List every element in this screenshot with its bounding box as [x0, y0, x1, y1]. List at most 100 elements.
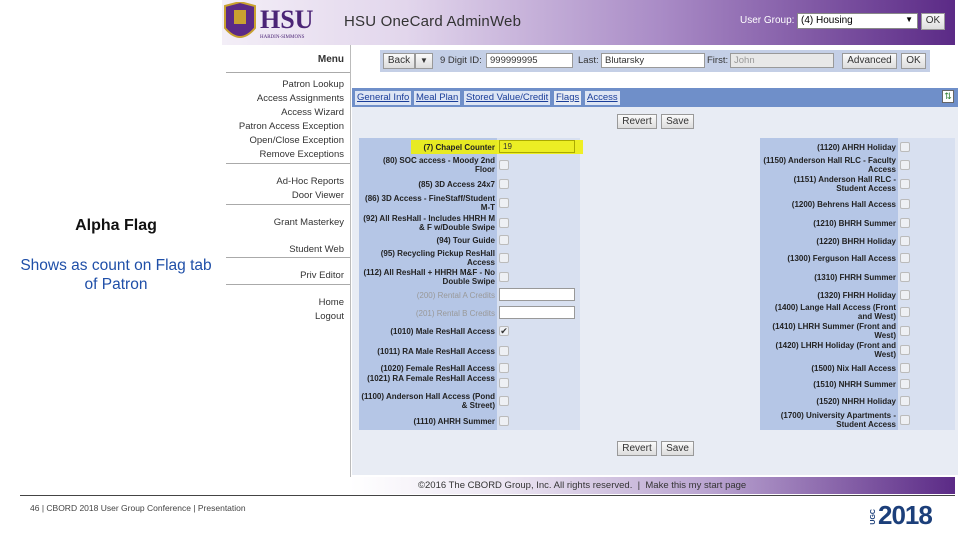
tab-general-info[interactable]: General Info	[355, 91, 412, 105]
flag-checkbox[interactable]	[499, 346, 509, 356]
flag-label: (112) All ResHall + HHRH M&F - No Double…	[363, 268, 495, 286]
flag-label: (201) Rental B Credits	[415, 309, 495, 318]
user-group-select[interactable]: (4) Housing ▼	[797, 13, 918, 29]
tab-meal-plan[interactable]: Meal Plan	[414, 91, 461, 105]
menu-item[interactable]: Remove Exceptions	[260, 149, 344, 160]
flag-checkbox[interactable]	[499, 198, 509, 208]
flag-label: (92) All ResHall - Includes HHRH M & F w…	[363, 214, 495, 232]
flag-checkbox[interactable]	[499, 272, 509, 282]
back-button[interactable]: Back	[383, 53, 415, 69]
menu-divider	[226, 284, 350, 285]
flag-label: (1420) LHRH Holiday (Front and West)	[775, 341, 896, 359]
tab-flags[interactable]: Flags	[554, 91, 582, 105]
dropdown-arrow-icon: ▼	[905, 15, 913, 24]
advanced-button[interactable]: Advanced	[842, 53, 897, 69]
app-footer: ©2016 The CBORD Group, Inc. All rights r…	[350, 477, 955, 494]
last-label: Last:	[578, 55, 599, 66]
save-button-top[interactable]: Save	[661, 114, 694, 129]
menu-item[interactable]: Patron Lookup	[282, 79, 344, 90]
id-label: 9 Digit ID:	[440, 55, 482, 66]
flag-checkbox[interactable]	[900, 218, 910, 228]
flag-checkbox[interactable]	[499, 253, 509, 263]
flag-label: (85) 3D Access 24x7	[418, 180, 495, 189]
menu-divider	[226, 72, 350, 73]
save-button-bottom[interactable]: Save	[661, 441, 694, 456]
menu-item[interactable]: Door Viewer	[292, 190, 344, 201]
menu-divider	[226, 163, 350, 164]
flag-checkbox[interactable]	[900, 345, 910, 355]
menu-item[interactable]: Logout	[315, 311, 344, 322]
flag-checkbox[interactable]	[900, 307, 910, 317]
back-dropdown-icon[interactable]: ▼	[415, 53, 433, 69]
flag-checkbox[interactable]	[900, 253, 910, 263]
flag-checkbox[interactable]: ✔	[499, 326, 509, 336]
first-label: First:	[707, 55, 729, 66]
search-ok-button[interactable]: OK	[901, 53, 926, 69]
flag-label: (1400) Lange Hall Access (Front and West…	[774, 303, 896, 321]
menu-title: Menu	[317, 54, 344, 65]
flag-checkbox[interactable]	[900, 379, 910, 389]
flag-checkbox[interactable]	[900, 272, 910, 282]
start-page-link[interactable]: Make this my start page	[645, 480, 746, 491]
flag-label: (1510) NHRH Summer	[813, 380, 896, 389]
menu-item[interactable]: Ad-Hoc Reports	[276, 176, 344, 187]
menu-item[interactable]: Access Wizard	[281, 107, 344, 118]
flag-label: (1110) AHRH Summer	[413, 417, 495, 426]
flag-checkbox[interactable]	[499, 160, 509, 170]
menu-item[interactable]: Access Assignments	[257, 93, 344, 104]
tab-access[interactable]: Access	[585, 91, 620, 105]
patron-search-bar: Back ▼ 9 Digit ID: Last: First: Advanced…	[380, 50, 930, 72]
flag-text-input[interactable]	[499, 288, 575, 301]
flag-checkbox[interactable]	[900, 199, 910, 209]
id-input[interactable]	[486, 53, 573, 68]
flag-checkbox[interactable]	[900, 236, 910, 246]
flag-checkbox[interactable]	[499, 218, 509, 228]
flag-checkbox[interactable]	[499, 416, 509, 426]
flag-label: (86) 3D Access - FineStaff/Student M-T	[365, 194, 495, 212]
revert-button-top[interactable]: Revert	[617, 114, 657, 129]
flag-label: (200) Rental A Credits	[416, 291, 495, 300]
flag-label: (1220) BHRH Holiday	[816, 237, 896, 246]
app-title: HSU OneCard AdminWeb	[344, 13, 522, 30]
flag-label: (1300) Ferguson Hall Access	[787, 254, 896, 263]
flag-label: (1010) Male ResHall Access	[390, 327, 495, 336]
tab-stored-value[interactable]: Stored Value/Credit	[464, 91, 551, 105]
menu-item[interactable]: Grant Masterkey	[274, 217, 344, 228]
ugc-text: UGC	[870, 509, 877, 525]
menu-item[interactable]: Priv Editor	[300, 270, 344, 281]
user-group-ok-button[interactable]: OK	[921, 13, 945, 30]
slide-footer: 46 | CBORD 2018 User Group Conference | …	[30, 503, 246, 513]
flag-checkbox[interactable]	[499, 396, 509, 406]
flag-checkbox[interactable]	[900, 363, 910, 373]
flag-checkbox[interactable]	[900, 160, 910, 170]
slide-note-title: Alpha Flag	[75, 217, 157, 234]
app-header: HSU HARDIN-SIMMONS HSU OneCard AdminWeb …	[222, 0, 955, 45]
flag-checkbox[interactable]	[499, 235, 509, 245]
svg-text:HARDIN-SIMMONS: HARDIN-SIMMONS	[260, 35, 305, 40]
flag-checkbox[interactable]	[900, 326, 910, 336]
revert-button-bottom[interactable]: Revert	[617, 441, 657, 456]
flag-label: (1120) AHRH Holiday	[817, 143, 896, 152]
refresh-icon[interactable]: ⇅	[942, 90, 954, 103]
slide-note-body: Shows as count on Flag tab of Patron	[20, 257, 212, 293]
last-name-input[interactable]	[601, 53, 705, 68]
flag-text-input[interactable]	[499, 140, 575, 153]
flag-checkbox[interactable]	[900, 396, 910, 406]
flag-label: (1100) Anderson Hall Access (Pond & Stre…	[361, 392, 495, 410]
menu-item[interactable]: Student Web	[289, 244, 344, 255]
flag-checkbox[interactable]	[900, 142, 910, 152]
sidebar-menu: Menu Patron Lookup Access Assignments Acce…	[226, 45, 350, 477]
menu-item[interactable]: Home	[319, 297, 344, 308]
flag-checkbox[interactable]	[900, 179, 910, 189]
flag-text-input[interactable]	[499, 306, 575, 319]
menu-item[interactable]: Open/Close Exception	[249, 135, 344, 146]
flag-checkbox[interactable]	[499, 378, 509, 388]
flag-checkbox[interactable]	[499, 179, 509, 189]
menu-item[interactable]: Patron Access Exception	[239, 121, 344, 132]
flag-checkbox[interactable]	[900, 290, 910, 300]
flag-checkbox[interactable]	[900, 415, 910, 425]
flag-label: (1150) Anderson Hall RLC - Faculty Acces…	[763, 156, 896, 174]
first-name-input[interactable]	[730, 53, 834, 68]
slide-divider	[20, 495, 955, 496]
flag-checkbox[interactable]	[499, 363, 509, 373]
